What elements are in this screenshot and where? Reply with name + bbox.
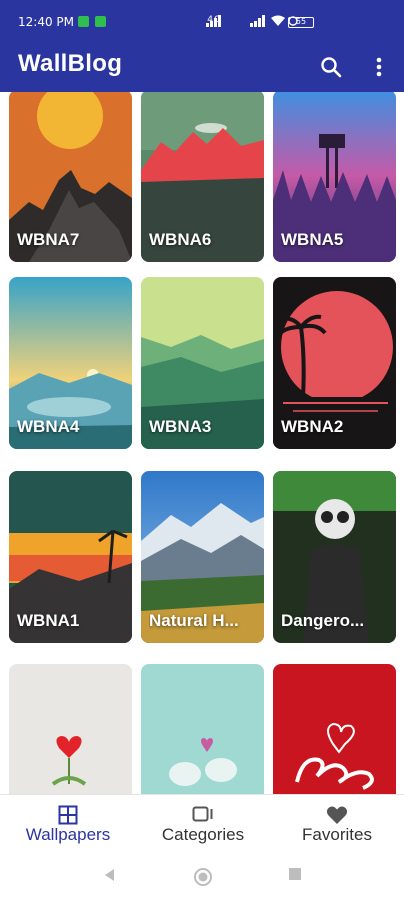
wallpaper-image: [273, 664, 396, 794]
wallpaper-label: Natural H...: [149, 611, 239, 630]
wallpaper-image: [141, 664, 264, 794]
wallpaper-label: WBNA2: [281, 417, 344, 436]
wallpaper-label: WBNA5: [281, 230, 344, 249]
wallpaper-card[interactable]: Dangero...: [273, 471, 396, 643]
app-bar: WallBlog: [0, 44, 404, 92]
wallpaper-card[interactable]: WBNA1: [9, 471, 132, 643]
battery-icon: 55: [288, 17, 314, 28]
bottom-navigation: Wallpapers Categories Favorites: [0, 794, 404, 854]
status-bar: 12:40 PM 4G 55: [0, 0, 404, 44]
wallpaper-card[interactable]: [9, 664, 132, 794]
categories-icon: [192, 806, 213, 822]
more-options-button[interactable]: [366, 54, 392, 80]
message-notification-icon: [95, 16, 106, 27]
nav-item-favorites[interactable]: Favorites: [270, 795, 404, 855]
wallpaper-card[interactable]: WBNA4: [9, 277, 132, 449]
signal-icon: [206, 15, 221, 27]
wallpaper-card[interactable]: WBNA6: [141, 92, 264, 262]
wallpaper-label: WBNA7: [17, 230, 80, 249]
heart-icon: [326, 806, 348, 824]
wallpaper-card[interactable]: WBNA5: [273, 92, 396, 262]
signal-2-icon: [250, 15, 265, 27]
nav-item-wallpapers[interactable]: Wallpapers: [0, 795, 136, 855]
system-navigation-bar: [0, 854, 404, 900]
wallpaper-label: WBNA4: [17, 417, 80, 436]
nav-label: Wallpapers: [25, 825, 111, 844]
wallpaper-card[interactable]: [273, 664, 396, 794]
wallpaper-grid: WBNA7 WBNA6 WBNA5 WBNA4 WBNA3 WBNA2 WBNA…: [0, 92, 404, 794]
status-time: 12:40 PM: [18, 15, 74, 29]
app-title: WallBlog: [18, 50, 123, 77]
wallpaper-card[interactable]: Natural H...: [141, 471, 264, 643]
nav-label: Categories: [161, 825, 245, 844]
wallpaper-label: WBNA6: [149, 230, 212, 249]
battery-level: 55: [295, 17, 307, 26]
home-icon[interactable]: [193, 867, 213, 887]
wallpaper-label: WBNA1: [17, 611, 80, 630]
wallpaper-card[interactable]: [141, 664, 264, 794]
wallpaper-card[interactable]: WBNA3: [141, 277, 264, 449]
search-icon: [321, 57, 342, 78]
grid-icon: [58, 805, 78, 825]
more-vert-icon: [376, 57, 382, 77]
recents-icon[interactable]: [288, 867, 302, 881]
wallpaper-card[interactable]: WBNA2: [273, 277, 396, 449]
nav-item-categories[interactable]: Categories: [136, 795, 270, 855]
phone-notification-icon: [78, 16, 89, 27]
nav-label: Favorites: [302, 825, 372, 844]
wallpaper-card[interactable]: WBNA7: [9, 92, 132, 262]
wallpaper-label: Dangero...: [281, 611, 365, 630]
wifi-icon: [271, 15, 285, 26]
wallpaper-label: WBNA3: [149, 417, 212, 436]
wallpaper-image: [9, 664, 132, 794]
back-icon[interactable]: [102, 867, 116, 883]
search-button[interactable]: [318, 54, 344, 80]
